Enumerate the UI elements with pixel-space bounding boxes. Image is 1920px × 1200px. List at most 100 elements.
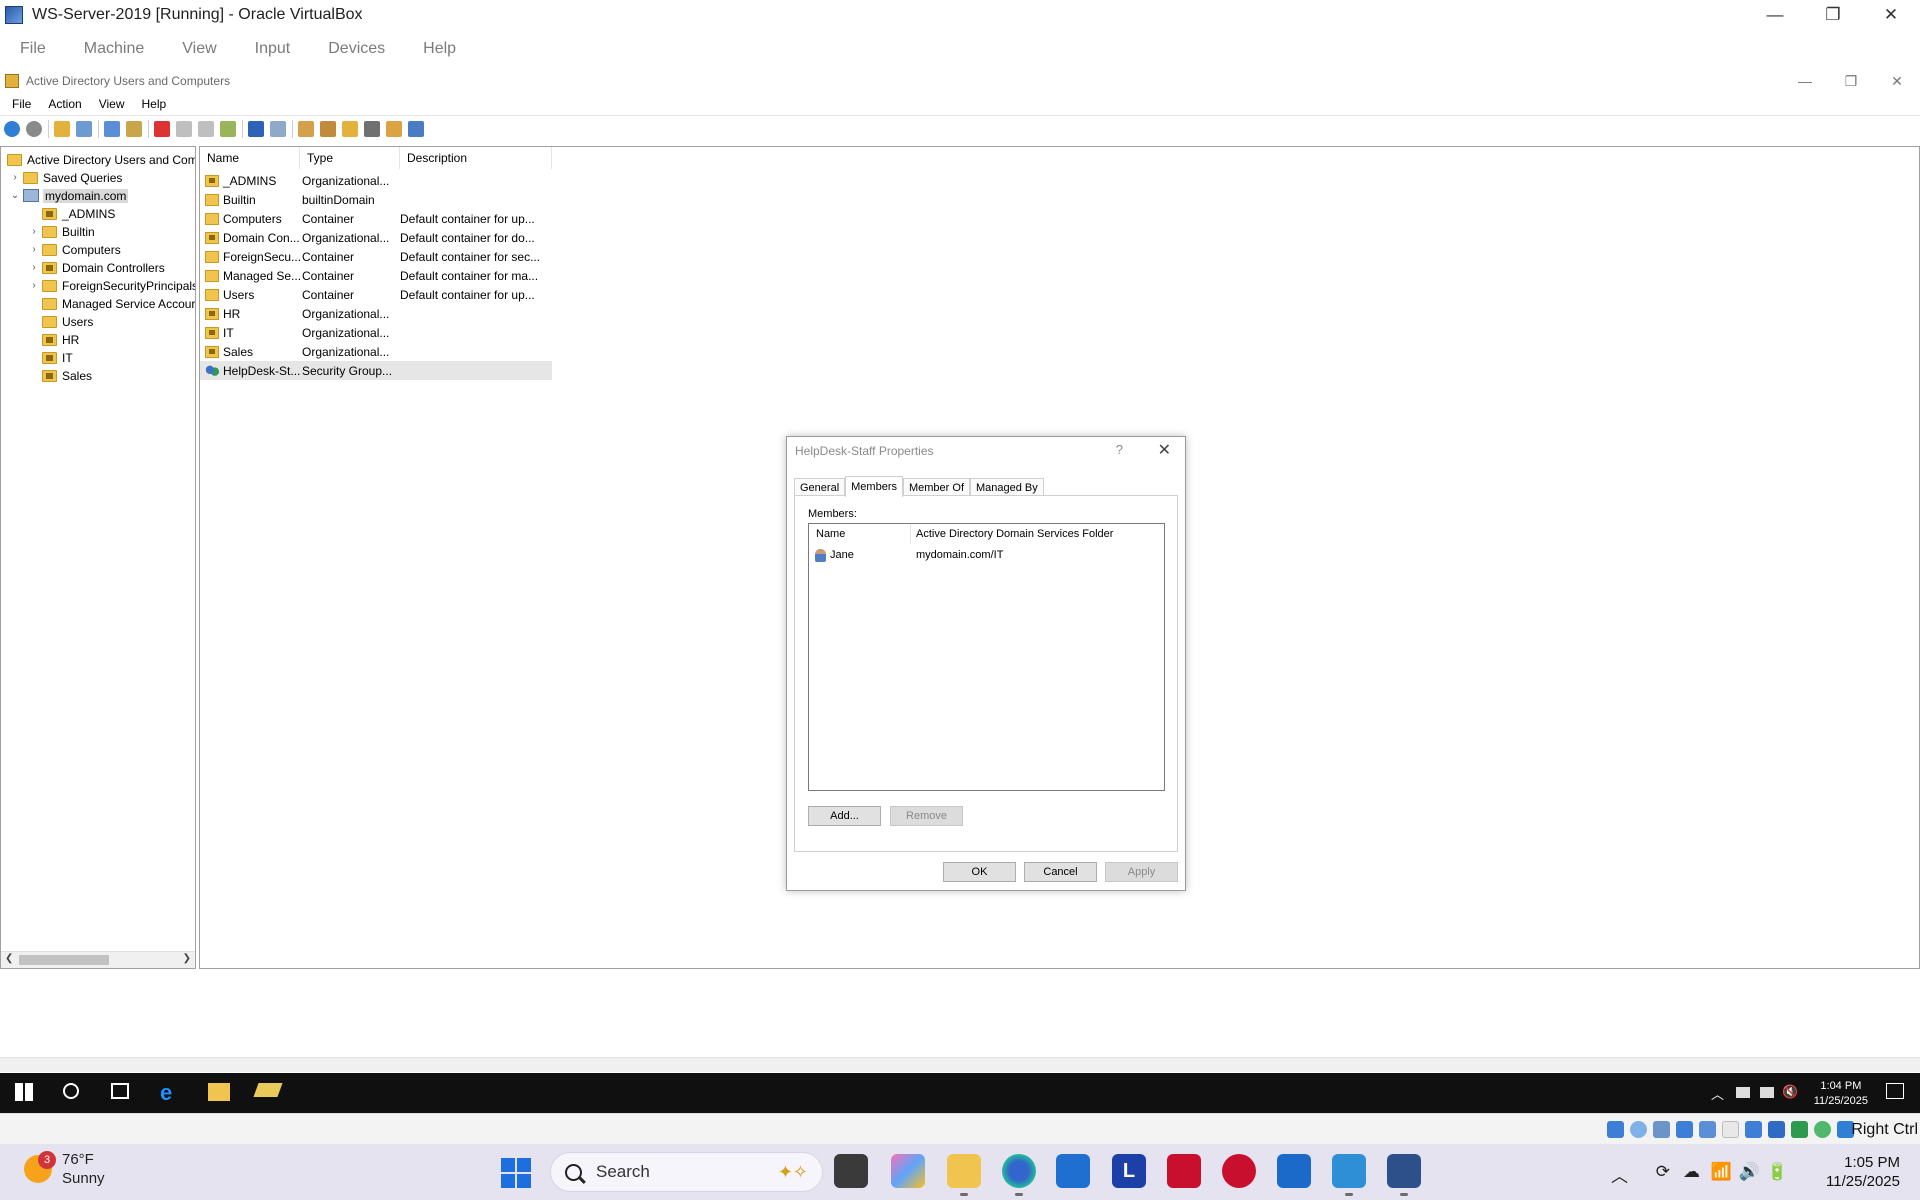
volume-muted-icon[interactable]: 🔇 [1782,1084,1798,1100]
show-tree-icon[interactable] [76,120,92,137]
audio-status-icon[interactable] [1653,1121,1670,1138]
weather-widget[interactable]: 3 76°F Sunny [24,1150,105,1188]
l-app-icon[interactable]: L [1112,1154,1146,1188]
hard-disk-status-icon[interactable] [1607,1121,1624,1138]
copilot-app-icon[interactable] [891,1154,925,1188]
search-icon[interactable] [63,1083,79,1099]
show-hidden-icons[interactable]: ︿ [1711,1084,1724,1103]
new-ou-icon[interactable] [342,120,358,137]
show-hidden-icons-chevron[interactable]: ︿ [1611,1162,1628,1187]
list-row[interactable]: _ADMINS Organizational... [200,171,552,190]
dialog-close-icon[interactable]: ✕ [1158,440,1171,460]
tree-item[interactable]: Users [28,313,93,330]
remove-member-button[interactable]: Remove [890,806,963,826]
help-icon[interactable] [248,120,264,137]
expand-icon[interactable]: › [28,226,40,237]
virtualbox-taskbar-icon[interactable] [1387,1154,1421,1196]
cpu-status-icon[interactable] [1791,1121,1808,1138]
dialog-help-button[interactable]: ? [1116,442,1123,457]
tree-item[interactable]: Managed Service Accour [28,295,195,312]
aduc-menu-file[interactable]: File [12,97,31,111]
refresh-icon[interactable] [198,120,214,137]
cancel-button[interactable]: Cancel [1024,862,1097,882]
edge-browser-icon[interactable] [1002,1154,1036,1196]
list-row[interactable]: Sales Organizational... [200,342,552,361]
usb-status-icon[interactable] [1699,1121,1716,1138]
task-view-app-icon[interactable] [834,1154,868,1188]
list-row[interactable]: Domain Con... Organizational... Default co… [200,228,552,247]
aduc-menu-view[interactable]: View [99,97,125,111]
add-member-button[interactable]: Add... [808,806,881,826]
member-row[interactable]: Jane mydomain.com/IT [809,545,1164,565]
sync-icon[interactable]: ⟳ [1656,1162,1670,1182]
list-row[interactable]: Builtin builtinDomain [200,190,552,209]
aduc-restore-button[interactable]: ❐ [1828,69,1874,93]
new-group-icon[interactable] [320,120,336,137]
menu-view[interactable]: View [182,40,216,58]
wifi-icon[interactable]: 📶 [1711,1162,1732,1182]
aduc-menu-help[interactable]: Help [142,97,167,111]
list-row[interactable]: IT Organizational... [200,323,552,342]
taskbar-search-box[interactable]: Search ✦✧ [550,1152,823,1192]
tree-item[interactable]: › Domain Controllers [28,259,164,276]
aduc-menu-action[interactable]: Action [48,97,81,111]
start-icon[interactable] [15,1083,33,1101]
task-view-icon[interactable] [111,1083,129,1099]
aduc-close-button[interactable]: ✕ [1874,69,1920,93]
recording-status-icon[interactable] [1768,1121,1785,1138]
server-manager-icon[interactable] [253,1083,283,1097]
list-row[interactable]: Computers Container Default container for … [200,209,552,228]
column-type[interactable]: Type [300,147,400,169]
find-icon[interactable] [386,120,402,137]
tab-members[interactable]: Members [845,476,903,497]
ok-button[interactable]: OK [943,862,1016,882]
paste-icon[interactable] [126,120,142,137]
host-clock[interactable]: 1:05 PM 11/25/2025 [1826,1153,1900,1191]
collapse-icon[interactable]: ⌄ [9,190,21,201]
delete-icon[interactable] [154,120,170,137]
list-row[interactable]: ForeignSecu... Container Default container… [200,247,552,266]
list-row[interactable]: Managed Se... Container Default container … [200,266,552,285]
tree-item[interactable]: IT [28,349,73,366]
volume-icon[interactable]: 🔊 [1739,1162,1760,1182]
minimize-button[interactable]: — [1746,0,1804,29]
onedrive-icon[interactable]: ☁ [1683,1162,1700,1182]
battery-icon[interactable]: 🔋 [1767,1162,1788,1182]
action-pane-icon[interactable] [270,120,286,137]
file-explorer-icon[interactable] [208,1083,230,1101]
network-status-icon[interactable] [1676,1121,1693,1138]
internet-explorer-icon[interactable]: e [160,1080,182,1105]
members-column-folder[interactable]: Active Directory Domain Services Folder [911,524,1113,544]
back-arrow-icon[interactable] [4,120,20,137]
tree-item[interactable]: › Saved Queries [9,169,122,186]
visual-studio-code-icon[interactable] [1332,1154,1366,1196]
scrollbar-thumb[interactable] [19,955,109,965]
up-folder-icon[interactable] [54,120,70,137]
aduc-minimize-button[interactable]: — [1782,69,1828,93]
expand-icon[interactable]: › [28,280,40,291]
members-column-name[interactable]: Name [809,524,911,544]
members-list[interactable]: Name Active Directory Domain Services Fo… [808,523,1165,791]
tree-horizontal-scrollbar[interactable]: ❮ ❯ [1,951,195,968]
tree-item[interactable]: › Builtin [28,223,94,240]
restore-button[interactable]: ❐ [1804,0,1862,29]
scroll-right-icon[interactable]: ❯ [183,953,191,964]
expand-icon[interactable]: › [28,244,40,255]
list-row[interactable]: Users Container Default container for up..… [200,285,552,304]
mouse-integration-icon[interactable] [1814,1121,1831,1138]
tree-item[interactable]: › Computers [28,241,120,258]
properties-icon[interactable] [176,120,192,137]
menu-help[interactable]: Help [423,40,456,58]
security-app-icon[interactable] [1222,1154,1256,1188]
expand-icon[interactable]: › [9,172,21,183]
menu-input[interactable]: Input [255,40,291,58]
column-description[interactable]: Description [400,147,552,169]
tree-item[interactable]: Active Directory Users and Com [5,151,195,168]
windows-start-icon[interactable] [501,1158,531,1188]
cut-icon[interactable] [104,120,120,137]
guest-clock[interactable]: 1:04 PM 11/25/2025 [1814,1079,1868,1109]
menu-devices[interactable]: Devices [328,40,385,58]
tree-item[interactable]: HR [28,331,79,348]
display-status-icon[interactable] [1745,1121,1762,1138]
network-tray-icon[interactable] [1736,1087,1750,1098]
